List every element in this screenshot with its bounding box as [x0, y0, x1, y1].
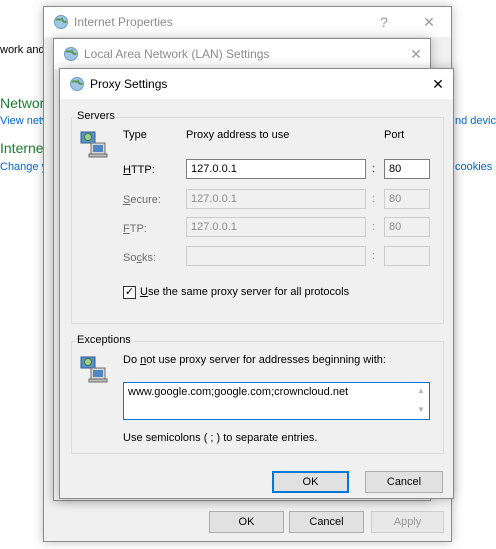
- close-icon[interactable]: ✕: [418, 11, 440, 33]
- background-network-heading: Networ: [0, 95, 45, 111]
- secure-colon: :: [372, 193, 376, 205]
- proxy-cancel-button[interactable]: Cancel: [365, 471, 443, 493]
- background-right-link-cookies[interactable]: cookies: [455, 161, 492, 173]
- proxy-settings-title: Proxy Settings: [90, 77, 168, 91]
- lan-settings-title: Local Area Network (LAN) Settings: [84, 47, 270, 61]
- network-computers-icon: [80, 131, 108, 158]
- proxy-settings-window: Proxy Settings ✕ Servers Type Proxy addr…: [59, 68, 454, 499]
- background-internet-link[interactable]: Change y: [0, 161, 47, 173]
- ftp-colon: :: [372, 221, 376, 233]
- internet-globe-icon: [70, 77, 84, 91]
- same-proxy-checkbox[interactable]: ✓: [123, 286, 136, 299]
- exceptions-value: www.google.com;google.com;crowncloud.net: [128, 386, 349, 398]
- close-icon[interactable]: ✕: [405, 43, 427, 65]
- background-fragment-top: work and: [0, 44, 45, 56]
- internet-properties-apply-button[interactable]: Apply: [371, 511, 444, 533]
- scroll-down-icon[interactable]: ▼: [416, 405, 426, 414]
- internet-properties-titlebar[interactable]: Internet Properties ? ✕: [44, 7, 451, 37]
- internet-properties-title: Internet Properties: [74, 15, 173, 29]
- socks-port-input[interactable]: [384, 246, 430, 266]
- internet-globe-icon: [54, 15, 68, 29]
- secure-address-input[interactable]: 127.0.0.1: [186, 189, 366, 209]
- same-proxy-label[interactable]: Use the same proxy server for all protoc…: [140, 286, 349, 298]
- http-port-input[interactable]: 80: [384, 159, 430, 179]
- http-colon: :: [372, 163, 376, 175]
- background-internet-heading: Interne: [0, 140, 44, 156]
- socks-label: Socks:: [123, 252, 157, 264]
- column-header-type: Type: [123, 129, 147, 141]
- servers-group-label: Servers: [75, 110, 117, 122]
- socks-colon: :: [372, 250, 376, 262]
- network-computers-icon: [80, 356, 108, 383]
- internet-properties-ok-button[interactable]: OK: [209, 511, 284, 533]
- exceptions-textarea[interactable]: www.google.com;google.com;crowncloud.net…: [123, 382, 430, 420]
- proxy-ok-button[interactable]: OK: [272, 471, 349, 493]
- socks-address-input[interactable]: [186, 246, 366, 266]
- column-header-address: Proxy address to use: [186, 129, 290, 141]
- help-button[interactable]: ?: [373, 11, 395, 33]
- exceptions-description: Do not use proxy server for addresses be…: [123, 354, 386, 366]
- ftp-address-input[interactable]: 127.0.0.1: [186, 217, 366, 237]
- secure-label: Secure:: [123, 194, 161, 206]
- proxy-settings-titlebar[interactable]: Proxy Settings ✕: [60, 69, 453, 99]
- close-icon[interactable]: ✕: [427, 73, 449, 95]
- exceptions-group-label: Exceptions: [75, 334, 133, 346]
- scroll-up-icon[interactable]: ▲: [416, 386, 426, 395]
- internet-globe-icon: [64, 47, 78, 61]
- ftp-port-input[interactable]: 80: [384, 217, 430, 237]
- ftp-label: FTP:: [123, 223, 147, 235]
- lan-settings-titlebar[interactable]: Local Area Network (LAN) Settings ✕: [54, 39, 430, 69]
- secure-port-input[interactable]: 80: [384, 189, 430, 209]
- exceptions-hint: Use semicolons ( ; ) to separate entries…: [123, 432, 318, 444]
- http-label: HTTP:: [123, 164, 155, 176]
- http-address-input[interactable]: 127.0.0.1: [186, 159, 366, 179]
- column-header-port: Port: [384, 129, 405, 141]
- internet-properties-cancel-button[interactable]: Cancel: [289, 511, 364, 533]
- background-right-link-devices[interactable]: nd devic: [455, 115, 496, 127]
